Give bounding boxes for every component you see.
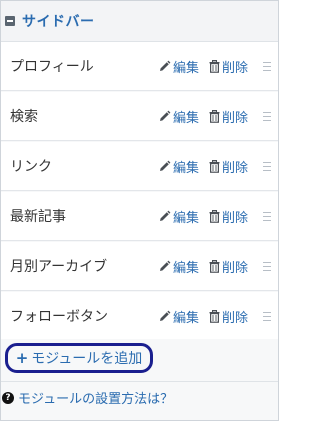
pencil-icon xyxy=(158,310,171,323)
delete-button[interactable]: 削除 xyxy=(209,57,248,76)
delete-label: 削除 xyxy=(222,310,249,326)
edit-label: 編集 xyxy=(173,60,200,76)
trash-icon xyxy=(209,259,220,273)
drag-handle-icon[interactable] xyxy=(263,261,271,271)
help-link[interactable]: ? モジュールの設置方法は？ xyxy=(2,388,173,407)
drag-handle-icon[interactable] xyxy=(263,211,271,221)
module-name: リンク xyxy=(10,159,52,175)
module-row[interactable]: 検索 編集 削除 xyxy=(1,92,278,141)
delete-label: 削除 xyxy=(222,160,249,176)
module-name: フォローボタン xyxy=(10,309,108,325)
edit-button[interactable]: 編集 xyxy=(158,257,199,276)
plus-icon: + xyxy=(15,349,29,367)
add-module-button[interactable]: + モジュールを追加 xyxy=(5,343,153,373)
module-row[interactable]: プロフィール 編集 削除 xyxy=(1,42,278,91)
pencil-icon xyxy=(158,260,171,273)
module-name: 検索 xyxy=(10,109,38,125)
help-label: モジュールの設置方法は？ xyxy=(18,392,174,407)
edit-label: 編集 xyxy=(173,260,200,276)
drag-handle-icon[interactable] xyxy=(263,111,271,121)
pencil-icon xyxy=(158,210,171,223)
trash-icon xyxy=(209,209,220,223)
module-name: プロフィール xyxy=(10,59,94,75)
edit-button[interactable]: 編集 xyxy=(158,107,199,126)
add-module-label: モジュールを追加 xyxy=(31,351,143,367)
drag-handle-icon[interactable] xyxy=(263,161,271,171)
module-row[interactable]: 最新記事 編集 削除 xyxy=(1,192,278,241)
module-row[interactable]: フォローボタン 編集 削除 xyxy=(1,292,278,341)
module-row[interactable]: 月別アーカイブ 編集 削除 xyxy=(1,242,278,291)
module-row[interactable]: リンク 編集 削除 xyxy=(1,142,278,191)
delete-button[interactable]: 削除 xyxy=(209,207,248,226)
delete-label: 削除 xyxy=(222,260,249,276)
module-name: 月別アーカイブ xyxy=(10,259,108,275)
pencil-icon xyxy=(158,110,171,123)
drag-handle-icon[interactable] xyxy=(263,311,271,321)
pencil-icon xyxy=(158,60,171,73)
delete-button[interactable]: 削除 xyxy=(209,157,248,176)
edit-button[interactable]: 編集 xyxy=(158,207,199,226)
edit-label: 編集 xyxy=(173,110,200,126)
delete-button[interactable]: 削除 xyxy=(209,257,248,276)
delete-label: 削除 xyxy=(222,110,249,126)
drag-handle-icon[interactable] xyxy=(263,61,271,71)
edit-label: 編集 xyxy=(173,160,200,176)
sidebar-header[interactable]: サイドバー xyxy=(1,1,278,42)
edit-button[interactable]: 編集 xyxy=(158,157,199,176)
sidebar-title: サイドバー xyxy=(22,14,95,30)
delete-button[interactable]: 削除 xyxy=(209,107,248,126)
module-name: 最新記事 xyxy=(10,209,66,225)
delete-label: 削除 xyxy=(222,60,249,76)
add-module-area: + モジュールを追加 xyxy=(1,339,278,381)
edit-label: 編集 xyxy=(173,210,200,226)
edit-button[interactable]: 編集 xyxy=(158,57,199,76)
trash-icon xyxy=(209,159,220,173)
trash-icon xyxy=(209,109,220,123)
module-list: プロフィール 編集 削除 検索 編集 削除 リンク 編集 削除 最新記事 編集 … xyxy=(1,42,278,341)
trash-icon xyxy=(209,309,220,323)
divider xyxy=(1,381,278,382)
pencil-icon xyxy=(158,160,171,173)
delete-button[interactable]: 削除 xyxy=(209,307,248,326)
collapse-icon[interactable] xyxy=(5,16,15,26)
edit-button[interactable]: 編集 xyxy=(158,307,199,326)
delete-label: 削除 xyxy=(222,210,249,226)
question-circle-icon: ? xyxy=(2,391,14,404)
trash-icon xyxy=(209,59,220,73)
edit-label: 編集 xyxy=(173,310,200,326)
